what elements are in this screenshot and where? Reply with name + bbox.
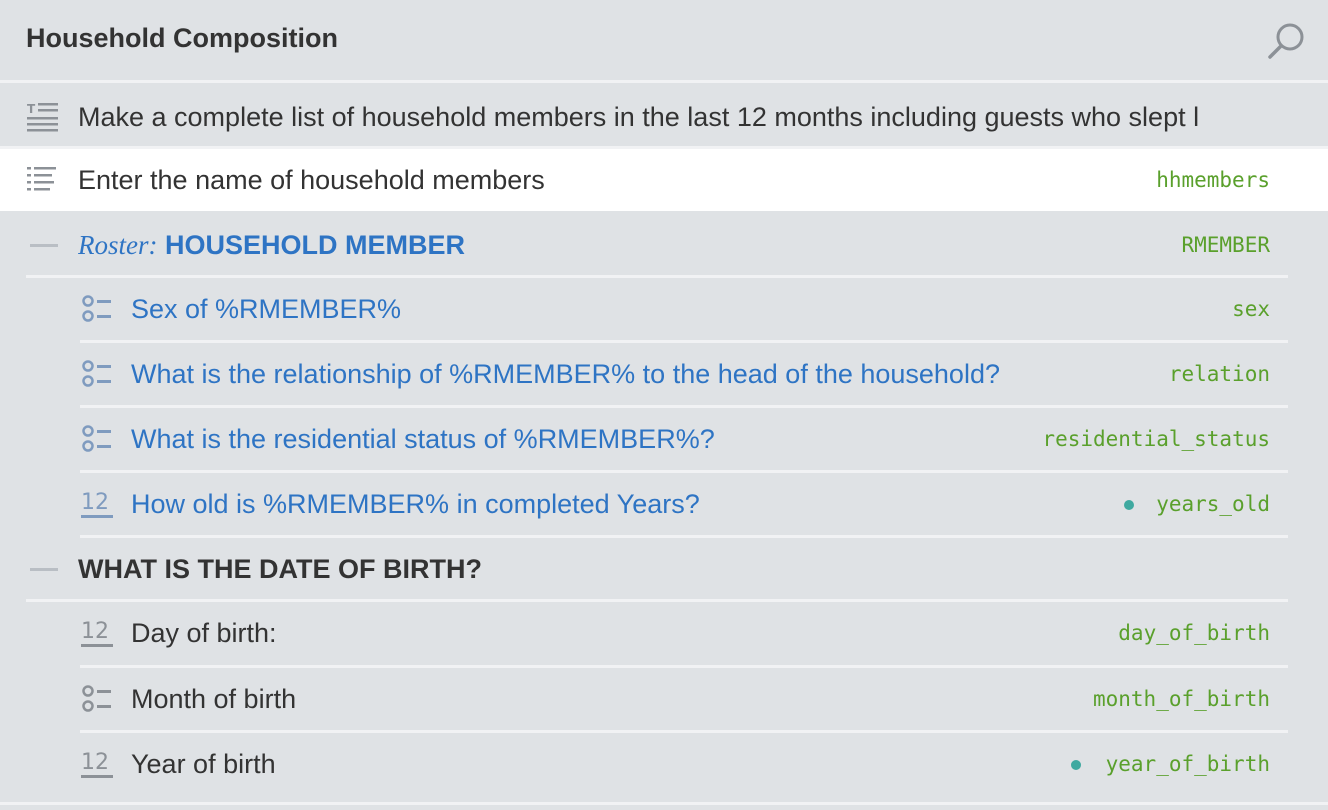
variable-name: month_of_birth bbox=[1092, 687, 1270, 711]
numeric-icon: 12 bbox=[80, 486, 116, 522]
numeric-icon: 12 bbox=[80, 746, 116, 782]
question-label: Day of birth: bbox=[131, 618, 277, 648]
variable-name: hhmembers bbox=[1156, 168, 1270, 192]
group-row-date-of-birth[interactable]: WHAT IS THE DATE OF BIRTH? bbox=[0, 538, 1328, 600]
question-row-year-of-birth[interactable]: 12 Year of birth year_of_birth bbox=[0, 733, 1328, 795]
variable-name: RMEMBER bbox=[1181, 233, 1270, 257]
question-label: Sex of %RMEMBER% bbox=[131, 294, 402, 324]
question-label: What is the residential status of %RMEMB… bbox=[131, 424, 715, 454]
question-row-relation[interactable]: What is the relationship of %RMEMBER% to… bbox=[0, 343, 1328, 405]
static-text-icon: T bbox=[24, 99, 60, 135]
search-icon[interactable] bbox=[1264, 20, 1308, 64]
single-select-icon bbox=[80, 291, 116, 327]
question-label: Year of birth bbox=[131, 749, 276, 779]
svg-text:T: T bbox=[27, 102, 36, 116]
question-label: What is the relationship of %RMEMBER% to… bbox=[131, 359, 1000, 389]
divider bbox=[0, 802, 1328, 805]
static-text-label: Make a complete list of household member… bbox=[78, 102, 1200, 132]
numeric-icon: 12 bbox=[80, 615, 116, 651]
svg-text:12: 12 bbox=[81, 750, 109, 775]
variable-name: years_old bbox=[1156, 492, 1270, 516]
single-select-icon bbox=[80, 356, 116, 392]
svg-text:12: 12 bbox=[81, 490, 109, 515]
question-label: Month of birth bbox=[131, 684, 297, 714]
roster-row-rmember[interactable]: Roster: HOUSEHOLD MEMBER RMEMBER bbox=[0, 214, 1328, 276]
variable-name: relation bbox=[1168, 362, 1270, 386]
condition-dot-icon bbox=[1071, 760, 1081, 770]
variable-name: residential_status bbox=[1042, 427, 1270, 451]
single-select-icon bbox=[80, 681, 116, 717]
question-row-day-of-birth[interactable]: 12 Day of birth: day_of_birth bbox=[0, 602, 1328, 664]
group-title: WHAT IS THE DATE OF BIRTH? bbox=[78, 554, 482, 584]
roster-title: Roster: HOUSEHOLD MEMBER bbox=[78, 230, 465, 261]
section-header: Household Composition bbox=[0, 0, 1328, 80]
roster-prefix: Roster: bbox=[78, 230, 158, 260]
static-text-row[interactable]: T Make a complete list of household memb… bbox=[0, 86, 1328, 148]
section-title: Household Composition bbox=[26, 23, 338, 53]
question-row-years-old[interactable]: 12 How old is %RMEMBER% in completed Yea… bbox=[0, 473, 1328, 535]
question-row-sex[interactable]: Sex of %RMEMBER% sex bbox=[0, 278, 1328, 340]
text-list-icon bbox=[24, 162, 60, 198]
divider bbox=[0, 80, 1328, 83]
variable-name: day_of_birth bbox=[1118, 621, 1270, 645]
collapse-icon[interactable] bbox=[30, 244, 58, 247]
variable-name: year_of_birth bbox=[1105, 752, 1270, 776]
condition-dot-icon bbox=[1124, 500, 1134, 510]
variable-name: sex bbox=[1232, 297, 1270, 321]
question-row-month-of-birth[interactable]: Month of birth month_of_birth bbox=[0, 668, 1328, 730]
question-label: Enter the name of household members bbox=[78, 165, 545, 195]
question-row-hhmembers[interactable]: Enter the name of household members hhme… bbox=[0, 149, 1328, 211]
roster-label: HOUSEHOLD MEMBER bbox=[165, 230, 466, 260]
question-label: How old is %RMEMBER% in completed Years? bbox=[131, 489, 700, 519]
single-select-icon bbox=[80, 421, 116, 457]
svg-text:12: 12 bbox=[81, 619, 109, 644]
collapse-icon[interactable] bbox=[30, 568, 58, 571]
question-row-residential-status[interactable]: What is the residential status of %RMEMB… bbox=[0, 408, 1328, 470]
